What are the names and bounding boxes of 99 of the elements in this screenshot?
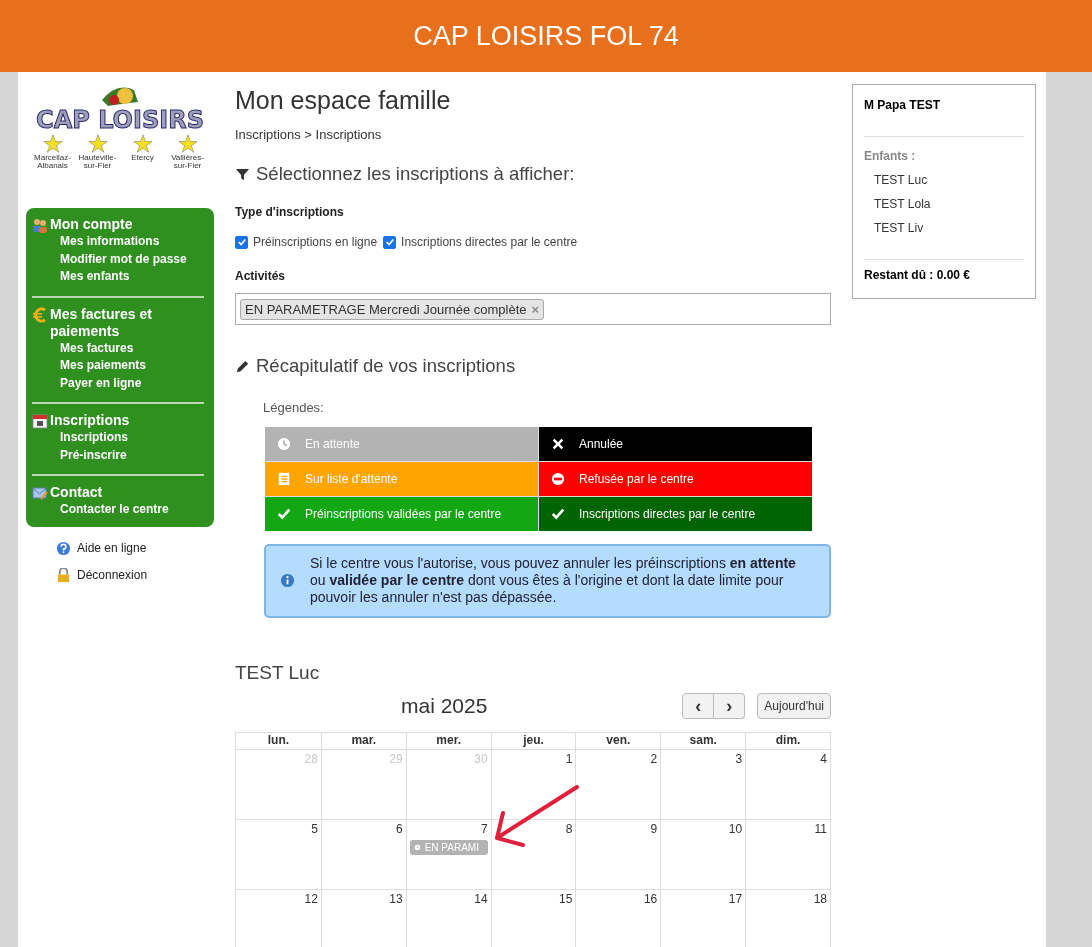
- menu-section-title: Mes factures et paiements: [50, 305, 153, 340]
- children-label: Enfants :: [864, 149, 917, 163]
- menu-link[interactable]: Pré-inscrire: [32, 446, 204, 464]
- section-heading: Sélectionnez les inscriptions à afficher:: [256, 163, 575, 185]
- town-name: Hauteville-sur-Fier: [77, 154, 118, 170]
- menu-link[interactable]: Inscriptions: [32, 429, 204, 447]
- weekday-header: lun.: [266, 733, 291, 749]
- help-icon: [56, 540, 71, 556]
- weekday-header: sam.: [660, 733, 746, 749]
- day-number: 15: [559, 892, 573, 906]
- breadcrumb: Inscriptions > Inscriptions: [235, 127, 383, 142]
- town-name: Vallières-sur-Fier: [170, 154, 205, 170]
- star-icon: [42, 134, 63, 154]
- section-heading: Récapitulatif de vos inscriptions: [256, 355, 516, 377]
- day-number: 1: [565, 752, 573, 766]
- checkbox-label: Préinscriptions en ligne: [253, 235, 378, 249]
- close-icon: [551, 437, 565, 451]
- menu-link[interactable]: Mes informations: [32, 233, 204, 251]
- star-icon: [87, 134, 108, 154]
- sidebar-link[interactable]: Aide en ligne: [77, 541, 147, 555]
- filter-icon: [235, 166, 250, 182]
- envelope-pen-icon: [32, 485, 48, 501]
- day-number: 4: [820, 752, 827, 766]
- pencil-icon: [235, 358, 250, 374]
- calendar-icon: [32, 413, 48, 429]
- menu-section-title: Contact: [50, 484, 103, 501]
- weekday-header: mer.: [405, 733, 491, 749]
- day-number: 2: [650, 752, 658, 766]
- checkbox[interactable]: [383, 235, 397, 249]
- weekday-header: ven.: [575, 733, 661, 749]
- checkmark-icon: [277, 507, 291, 521]
- child-link[interactable]: TEST Luc: [864, 173, 1024, 187]
- site-title: CAP LOISIRS FOL 74: [413, 20, 679, 52]
- page-title: Mon espace famille: [235, 86, 452, 115]
- month-title: mai 2025: [401, 694, 488, 718]
- star-icon: [177, 134, 198, 154]
- legend-text: Préinscriptions validées par le centre: [305, 507, 502, 521]
- weekday-header: jeu.: [490, 733, 576, 749]
- weekday-header: mar.: [320, 733, 406, 749]
- day-number: 18: [813, 892, 827, 906]
- calendar-event[interactable]: EN PARAMI: [409, 840, 488, 855]
- legend-text: Sur liste d'attente: [305, 472, 398, 486]
- menu-link[interactable]: Contacter le centre: [32, 501, 204, 519]
- menu-link[interactable]: Mes paiements: [32, 357, 204, 375]
- town-name: Marcellaz-Albanais: [33, 154, 72, 170]
- menu-section-title: Inscriptions: [50, 412, 130, 429]
- clock-icon: [277, 437, 291, 451]
- town-name: Etercy: [131, 154, 154, 162]
- day-number: 13: [389, 892, 403, 906]
- previous-button[interactable]: ‹: [682, 693, 715, 719]
- checkmark-icon: [551, 507, 565, 521]
- field-label: Type d'inscriptions: [235, 205, 345, 219]
- weekday-header: dim.: [745, 733, 830, 749]
- legend-text: Inscriptions directes par le centre: [579, 507, 756, 521]
- logo-title: CAP LOISIRS: [36, 106, 204, 134]
- legend-text: Annulée: [579, 437, 624, 451]
- balance-text: Restant dû : 0.00 €: [864, 268, 972, 282]
- legend-label: Légendes:: [263, 400, 325, 415]
- clock-icon: [413, 844, 421, 851]
- account-name: M Papa TEST: [864, 98, 941, 112]
- field-label: Activités: [235, 269, 287, 283]
- day-number: 11: [814, 822, 827, 836]
- menu-link[interactable]: Mes enfants: [32, 268, 204, 286]
- day-number: 16: [643, 892, 658, 906]
- info-text: Si le centre vous l'autorise, vous pouvez annuler les préinscriptions en attente ou validée par le centre dont vous êtes à l'origine et dont la date limite pour pouvoir les annuler n'est pas dépassée.: [310, 555, 797, 606]
- menu-link[interactable]: Mes factures: [32, 339, 204, 357]
- menu-link[interactable]: Payer en ligne: [32, 374, 204, 392]
- list-icon: [277, 472, 291, 486]
- day-number: 14: [474, 892, 488, 906]
- day-number: 9: [650, 822, 658, 836]
- child-link[interactable]: TEST Liv: [864, 221, 1024, 235]
- checkbox[interactable]: [235, 235, 248, 249]
- checkbox-label: Inscriptions directes par le centre: [401, 235, 578, 249]
- day-number: 12: [304, 892, 318, 906]
- minus-circle-icon: [551, 472, 565, 486]
- legend-text: En attente: [305, 437, 360, 451]
- euro-icon: [32, 306, 48, 323]
- day-number: 5: [311, 822, 318, 836]
- day-number: 17: [728, 892, 743, 906]
- day-number: 6: [396, 822, 403, 836]
- padlock-icon: [56, 567, 71, 583]
- remove-tag-button[interactable]: ×: [531, 301, 540, 317]
- sidebar-link[interactable]: Déconnexion: [77, 568, 148, 582]
- activities-select[interactable]: EN PARAMETRAGE Mercredi Journée complète ×: [235, 293, 831, 325]
- next-button[interactable]: ›: [714, 693, 746, 719]
- day-number: 7: [480, 822, 488, 836]
- people-icon: [32, 217, 48, 233]
- legend-text: Refusée par le centre: [579, 472, 694, 486]
- day-number: 3: [735, 752, 743, 766]
- child-name: TEST Luc: [235, 662, 321, 684]
- day-number: 8: [565, 822, 573, 836]
- info-icon: [280, 573, 295, 588]
- menu-link[interactable]: Modifier mot de passe: [32, 250, 204, 268]
- tag-label: EN PARAMETRAGE Mercredi Journée complète: [245, 301, 527, 317]
- menu-section-title: Mon compte: [50, 216, 133, 233]
- day-number: 10: [728, 822, 743, 836]
- child-link[interactable]: TEST Lola: [864, 197, 1024, 211]
- today-button[interactable]: Aujourd'hui: [757, 693, 831, 719]
- star-icon: [132, 134, 153, 154]
